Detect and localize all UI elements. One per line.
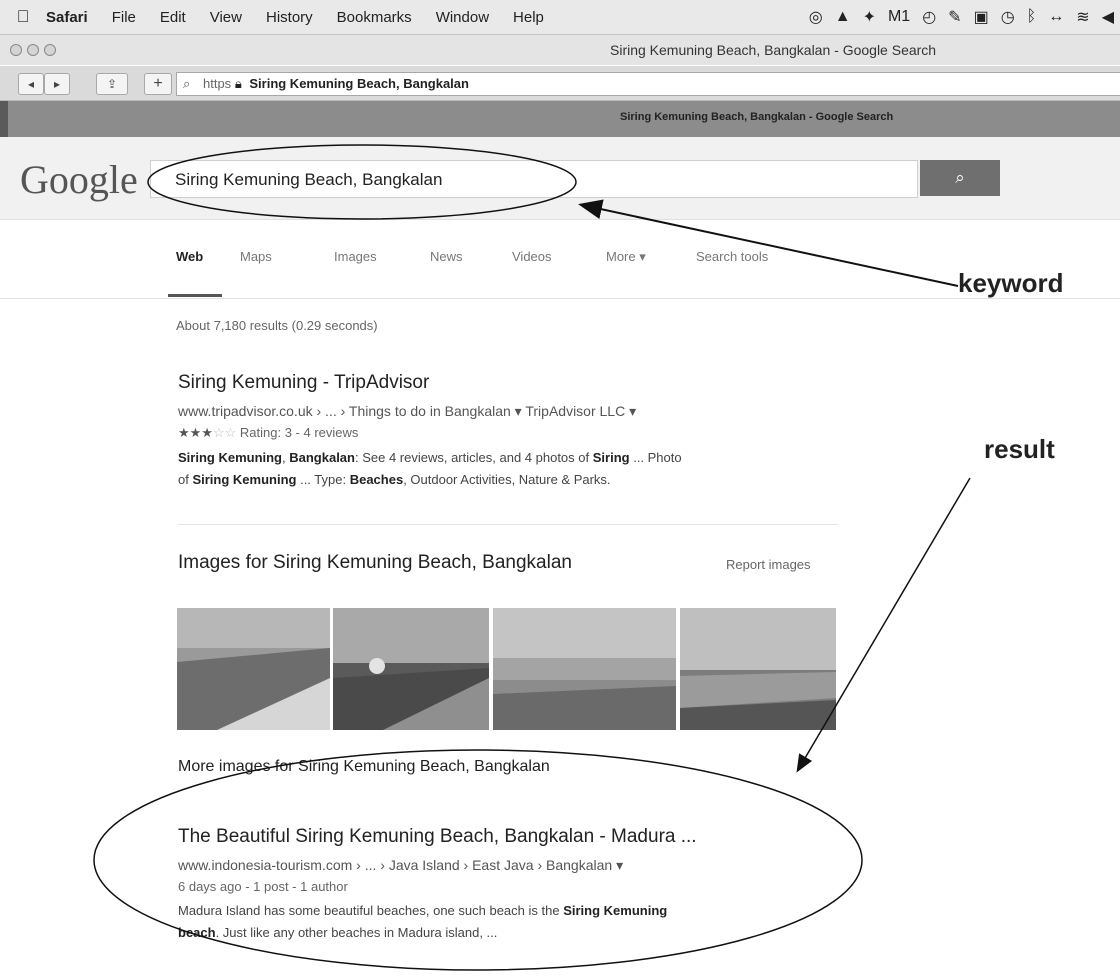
result-snippet-line: beach. Just like any other beaches in Ma… <box>178 925 498 940</box>
result-snippet-line: Siring Kemuning, Bangkalan: See 4 review… <box>178 450 682 465</box>
menu-bookmarks[interactable]: Bookmarks <box>337 9 412 26</box>
close-icon[interactable] <box>10 44 22 56</box>
plus-icon: + <box>153 75 163 92</box>
window-titlebar: Siring Kemuning Beach, Bangkalan - Googl… <box>0 35 1120 65</box>
result-url[interactable]: www.indonesia-tourism.com › ... › Java I… <box>178 857 623 874</box>
result-url[interactable]: www.tripadvisor.co.uk › ... › Things to … <box>178 403 636 420</box>
tab-maps[interactable]: Maps <box>240 249 272 264</box>
window-title: Siring Kemuning Beach, Bangkalan - Googl… <box>610 42 937 58</box>
tab-web[interactable]: Web <box>176 249 203 264</box>
menu-file[interactable]: File <box>112 9 136 26</box>
share-button[interactable]: ⇪ <box>96 73 128 95</box>
sync-icon[interactable]: ◎ <box>809 7 823 27</box>
pin-icon[interactable]: ✎ <box>948 7 961 27</box>
bluetooth-icon[interactable]: ᛒ <box>1027 8 1037 26</box>
image-thumbnail[interactable] <box>493 608 676 730</box>
image-thumbnail[interactable] <box>177 608 330 730</box>
rating-text: Rating: 3 - 4 reviews <box>239 425 359 440</box>
image-thumbnail[interactable] <box>680 608 836 730</box>
url-prefix: https <box>203 76 232 91</box>
search-input[interactable]: Siring Kemuning Beach, Bangkalan <box>150 160 918 198</box>
menu-edit[interactable]: Edit <box>160 9 186 26</box>
google-logo[interactable]: Google <box>20 156 138 203</box>
divider <box>178 524 838 525</box>
image-thumbnail[interactable] <box>333 608 489 730</box>
annotation-keyword-label: keyword <box>958 268 1064 298</box>
tab-videos[interactable]: Videos <box>512 249 552 264</box>
tab-bar: Siring Kemuning Beach, Bangkalan - Googl… <box>8 101 1120 137</box>
menu-bar:  Safari File Edit View History Bookmark… <box>0 0 1120 35</box>
more-images-link[interactable]: More images for Siring Kemuning Beach, B… <box>178 758 550 776</box>
search-icon: ⌕ <box>955 168 965 187</box>
share-icon: ⇪ <box>106 77 118 91</box>
tab-more[interactable]: More ▾ <box>606 249 646 265</box>
rating-row: ★★★☆☆ Rating: 3 - 4 reviews <box>178 425 358 441</box>
lock-icon: 🔒︎ <box>234 76 242 91</box>
result-title[interactable]: Siring Kemuning - TripAdvisor <box>178 372 429 394</box>
beach-photo-icon <box>493 608 676 730</box>
search-button[interactable]: ⌕ <box>920 160 1000 196</box>
beach-photo-icon <box>333 608 489 730</box>
tab-search-tools[interactable]: Search tools <box>696 249 768 264</box>
search-icon: ⌕ <box>183 76 191 91</box>
beach-photo-icon <box>680 608 836 730</box>
result-stats: About 7,180 results (0.29 seconds) <box>176 318 378 333</box>
dropbox-icon[interactable]: ✦ <box>863 7 876 27</box>
rating-stars: ★★★☆☆ <box>178 425 237 440</box>
active-tab-indicator <box>168 294 222 297</box>
drive-icon[interactable]: ▲ <box>835 8 851 26</box>
minimize-icon[interactable] <box>27 44 39 56</box>
nav-divider <box>0 298 1120 299</box>
tray-text[interactable]: M1 <box>888 8 910 26</box>
menu-window[interactable]: Window <box>436 9 489 26</box>
status-tray: ◎ ▲ ✦ M1 ◴ ✎ ▣ ◷ ᛒ ↔ ≋ ◀ <box>809 0 1120 34</box>
tab-news[interactable]: News <box>430 249 463 264</box>
apple-icon[interactable]:  <box>0 7 46 27</box>
menu-history[interactable]: History <box>266 9 313 26</box>
tab-title[interactable]: Siring Kemuning Beach, Bangkalan - Googl… <box>620 111 893 123</box>
search-query: Siring Kemuning Beach, Bangkalan <box>175 170 443 189</box>
result-snippet-line: of Siring Kemuning ... Type: Beaches, Ou… <box>178 472 611 487</box>
tab-bar-edge <box>0 101 8 137</box>
time-machine-icon[interactable]: ◷ <box>1001 7 1015 27</box>
result-meta: 6 days ago - 1 post - 1 author <box>178 879 348 894</box>
back-button[interactable]: ◂ <box>18 73 44 95</box>
images-heading[interactable]: Images for Siring Kemuning Beach, Bangka… <box>178 552 572 574</box>
new-tab-button[interactable]: + <box>144 73 172 95</box>
menu-help[interactable]: Help <box>513 9 544 26</box>
zoom-icon[interactable] <box>44 44 56 56</box>
annotation-result-label: result <box>984 434 1055 464</box>
tab-images[interactable]: Images <box>334 249 377 264</box>
result-snippet-line: Madura Island has some beautiful beaches… <box>178 903 668 918</box>
address-bar[interactable]: ⌕ https 🔒︎ Siring Kemuning Beach, Bangka… <box>176 72 1120 96</box>
url-text: Siring Kemuning Beach, Bangkalan <box>249 76 469 91</box>
result-title[interactable]: The Beautiful Siring Kemuning Beach, Ban… <box>178 826 697 848</box>
code-icon[interactable]: ↔ <box>1048 8 1064 26</box>
report-images-link[interactable]: Report images <box>726 557 811 572</box>
menu-safari[interactable]: Safari <box>46 9 88 26</box>
clock-icon[interactable]: ◴ <box>922 7 936 27</box>
beach-photo-icon <box>177 608 330 730</box>
volume-icon[interactable]: ◀ <box>1102 7 1114 27</box>
browser-toolbar: ◂ ▸ ⇪ + ⌕ https 🔒︎ Siring Kemuning Beach… <box>0 66 1120 101</box>
clipboard-icon[interactable]: ▣ <box>974 7 989 27</box>
forward-button[interactable]: ▸ <box>44 73 70 95</box>
wifi-icon[interactable]: ≋ <box>1076 7 1089 27</box>
menu-view[interactable]: View <box>210 9 242 26</box>
window-controls <box>10 44 56 56</box>
